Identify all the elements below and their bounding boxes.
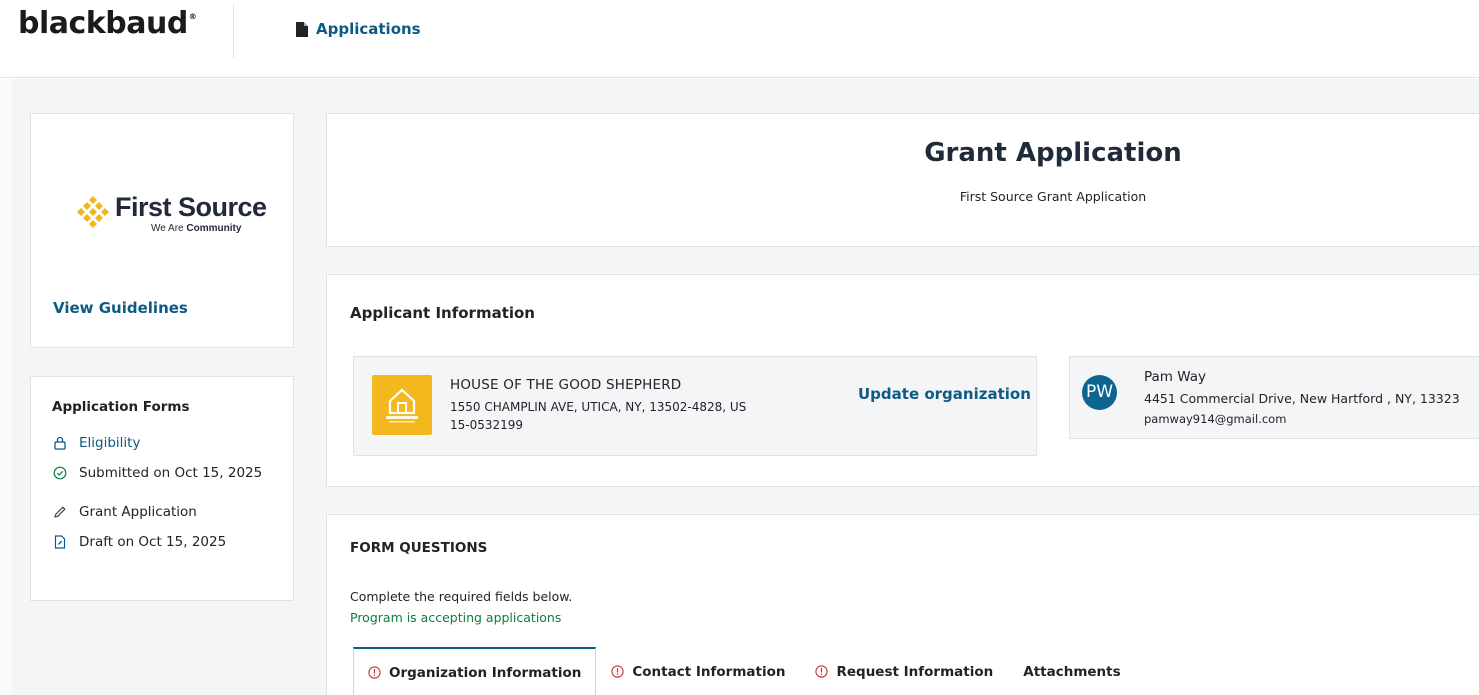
form-item-label: Grant Application bbox=[79, 504, 197, 520]
grant-header-panel: Grant Application First Source Grant App… bbox=[326, 113, 1479, 247]
file-icon bbox=[296, 21, 308, 37]
view-guidelines-link[interactable]: View Guidelines bbox=[53, 299, 188, 317]
form-item-grant-application[interactable]: Grant Application bbox=[53, 504, 197, 520]
organization-logo bbox=[372, 375, 432, 435]
form-item-label: Draft on Oct 15, 2025 bbox=[79, 534, 227, 550]
house-icon bbox=[386, 388, 418, 423]
warning-circle-icon bbox=[611, 665, 625, 678]
form-questions-panel: FORM QUESTIONS Complete the required fie… bbox=[326, 514, 1479, 695]
page-title: Grant Application bbox=[924, 138, 1182, 168]
lock-icon bbox=[54, 436, 66, 450]
form-questions-hint: Complete the required fields below. bbox=[350, 589, 573, 604]
brand-name: blackbaud bbox=[18, 6, 188, 41]
organization-ein: 15-0532199 bbox=[450, 418, 524, 432]
tab-request-information[interactable]: Request Information bbox=[800, 647, 1008, 695]
first-source-name: First Source bbox=[115, 192, 267, 222]
avatar: PW bbox=[1082, 375, 1117, 410]
nav-applications-label: Applications bbox=[316, 20, 421, 38]
tab-attachments[interactable]: Attachments bbox=[1008, 647, 1135, 695]
form-questions-title: FORM QUESTIONS bbox=[350, 540, 488, 556]
organization-name: HOUSE OF THE GOOD SHEPHERD bbox=[450, 377, 682, 393]
program-logo-panel: First Source We Are Community View Guide… bbox=[30, 113, 294, 348]
tagline-strong: Community bbox=[186, 223, 242, 234]
tab-contact-information[interactable]: Contact Information bbox=[596, 647, 800, 695]
applicant-information-title: Applicant Information bbox=[350, 304, 535, 322]
warning-circle-icon bbox=[815, 665, 829, 678]
form-item-submitted-status: Submitted on Oct 15, 2025 bbox=[53, 465, 262, 481]
page-subtitle: First Source Grant Application bbox=[959, 189, 1147, 204]
first-source-mark-icon bbox=[77, 196, 109, 228]
top-bar: blackbaud® Applications bbox=[0, 0, 1479, 78]
draft-file-icon bbox=[54, 535, 66, 549]
applicant-information-panel: Applicant Information HOUSE OF THE GOOD … bbox=[326, 274, 1479, 487]
warning-circle-icon bbox=[368, 666, 381, 679]
brand-registered-mark: ® bbox=[188, 12, 197, 21]
first-source-tagline: We Are Community bbox=[151, 223, 241, 234]
form-item-eligibility[interactable]: Eligibility bbox=[53, 435, 140, 451]
contact-card: PW Pam Way 4451 Commercial Drive, New Ha… bbox=[1069, 356, 1479, 439]
pencil-icon bbox=[54, 506, 66, 518]
form-item-draft-status: Draft on Oct 15, 2025 bbox=[53, 534, 226, 550]
blackbaud-logo[interactable]: blackbaud® bbox=[18, 6, 197, 41]
application-forms-panel: Application Forms Eligibility Submitted … bbox=[30, 376, 294, 601]
tab-label: Request Information bbox=[836, 663, 994, 680]
tab-label: Contact Information bbox=[632, 663, 786, 680]
organization-card: HOUSE OF THE GOOD SHEPHERD 1550 CHAMPLIN… bbox=[353, 356, 1037, 456]
tab-label: Organization Information bbox=[389, 664, 582, 681]
first-source-logo: First Source We Are Community bbox=[75, 190, 267, 240]
tagline-prefix: We Are bbox=[151, 223, 184, 234]
contact-email: pamway914@gmail.com bbox=[1144, 412, 1287, 426]
form-section-tabs: Organization Information Contact Informa… bbox=[353, 647, 1136, 695]
form-item-label: Submitted on Oct 15, 2025 bbox=[79, 465, 263, 481]
organization-address: 1550 CHAMPLIN AVE, UTICA, NY, 13502-4828… bbox=[450, 400, 747, 414]
nav-applications-link[interactable]: Applications bbox=[296, 20, 421, 38]
page-left-gutter bbox=[0, 79, 12, 695]
program-status-text: Program is accepting applications bbox=[350, 610, 562, 625]
form-item-label: Eligibility bbox=[79, 435, 141, 451]
contact-name: Pam Way bbox=[1144, 369, 1206, 385]
contact-address: 4451 Commercial Drive, New Hartford , NY… bbox=[1144, 391, 1460, 406]
tab-organization-information[interactable]: Organization Information bbox=[353, 647, 597, 695]
application-forms-title: Application Forms bbox=[52, 399, 190, 415]
tab-label: Attachments bbox=[1023, 663, 1121, 680]
check-circle-icon bbox=[53, 466, 67, 480]
header-divider bbox=[233, 4, 234, 58]
update-organization-link[interactable]: Update organization bbox=[858, 385, 1031, 403]
